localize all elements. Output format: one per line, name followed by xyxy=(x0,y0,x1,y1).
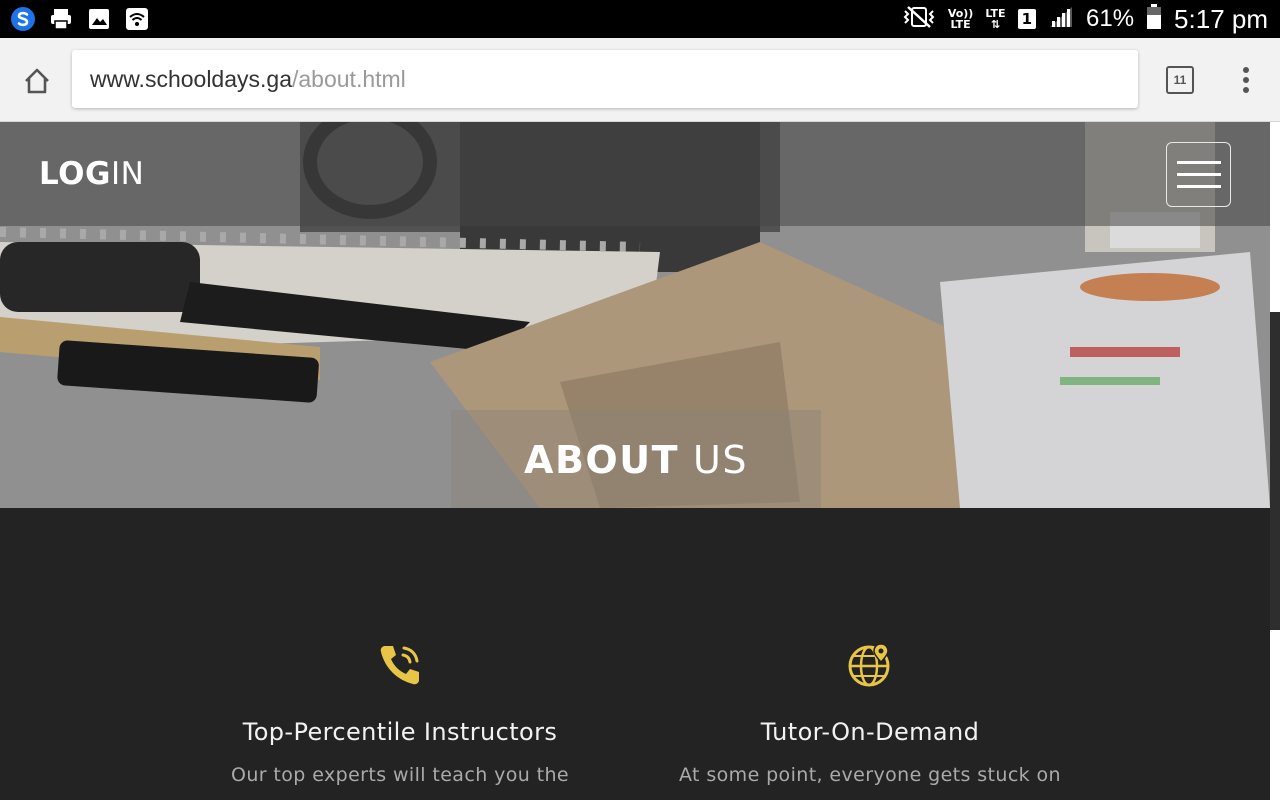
notification-icons xyxy=(10,6,150,32)
hamburger-bar xyxy=(1176,161,1221,164)
phone-call-icon xyxy=(377,642,423,688)
page-title-box: ABOUT US xyxy=(451,410,821,508)
login-bold-text: LOG xyxy=(39,156,111,192)
home-icon xyxy=(25,68,49,94)
menu-dot xyxy=(1243,87,1249,93)
page-scrollbar[interactable] xyxy=(1270,312,1280,630)
url-host: www.schooldays.ga xyxy=(90,65,292,92)
page-title: ABOUT US xyxy=(524,438,748,482)
tab-switcher-button[interactable]: 11 xyxy=(1166,66,1194,94)
s-app-icon xyxy=(10,6,36,32)
signal-icon xyxy=(1048,5,1074,33)
login-link[interactable]: LOGIN xyxy=(39,156,144,192)
system-indicators: Vo)) LTE LTE ⇅ 1 61% 5:17 pm xyxy=(902,0,1268,38)
url-path: /about.html xyxy=(292,65,406,92)
volte-icon: Vo)) LTE xyxy=(948,8,974,30)
clock: 5:17 pm xyxy=(1174,3,1268,34)
wifi-icon xyxy=(124,6,150,32)
battery-percent: 61% xyxy=(1086,5,1135,32)
address-bar[interactable]: www.schooldays.ga/about.html xyxy=(72,50,1138,108)
page-title-regular: US xyxy=(693,438,748,482)
feature-title: Tutor-On-Demand xyxy=(760,718,980,746)
vibrate-mute-icon xyxy=(902,5,936,33)
hamburger-bar xyxy=(1176,185,1221,188)
page-title-bold: ABOUT xyxy=(524,438,680,482)
sim-slot-badge: 1 xyxy=(1017,9,1036,29)
status-bar: Vo)) LTE LTE ⇅ 1 61% 5:17 pm xyxy=(0,0,1280,38)
feature-title: Top-Percentile Instructors xyxy=(242,718,558,746)
battery-icon xyxy=(1146,4,1162,34)
login-regular-text: IN xyxy=(110,156,145,192)
globe-location-icon xyxy=(847,642,893,688)
hamburger-bar xyxy=(1176,173,1221,176)
hero-banner: LOGIN ABOUT US xyxy=(0,122,1270,508)
volte-bottom-label: LTE xyxy=(950,18,971,31)
web-page: LOGIN ABOUT US Top-Percentile Instructors… xyxy=(0,122,1270,800)
site-navbar: LOGIN xyxy=(0,122,1270,226)
nav-menu-toggle[interactable] xyxy=(1166,142,1231,207)
feature-description: At some point, everyone gets stuck on xyxy=(678,764,1061,786)
menu-dot xyxy=(1243,67,1249,73)
menu-dot xyxy=(1243,77,1249,83)
lte-data-icon: LTE ⇅ xyxy=(985,8,1005,30)
feature-card: Tutor-On-Demand At some point, everyone … xyxy=(670,642,1070,786)
browser-menu-button[interactable] xyxy=(1234,62,1258,98)
image-icon xyxy=(86,6,112,32)
browser-toolbar: www.schooldays.ga/about.html 11 xyxy=(0,38,1280,122)
home-button[interactable] xyxy=(18,62,56,100)
printer-icon xyxy=(48,6,74,32)
feature-card: Top-Percentile Instructors Our top exper… xyxy=(200,642,600,786)
data-arrows-icon: ⇅ xyxy=(990,18,1001,31)
feature-description: Our top experts will teach you the xyxy=(230,764,570,786)
